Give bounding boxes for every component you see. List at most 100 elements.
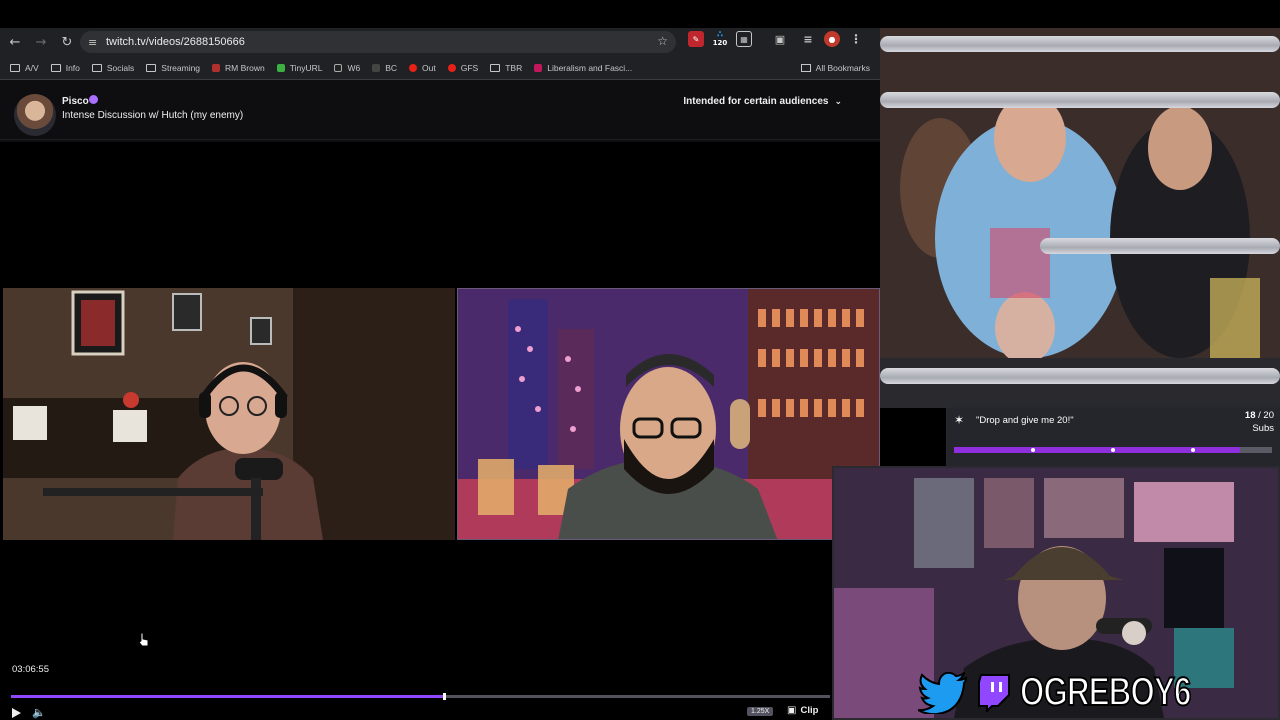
goal-milestone-dot [1111,448,1115,452]
ring-rope [880,92,1280,108]
bookmark-liberalism[interactable]: Liberalism and Fasci... [534,63,632,73]
seek-bar[interactable] [11,693,830,700]
play-icon[interactable] [12,708,21,718]
goal-milestone-dot [1031,448,1035,452]
video-player[interactable]: 03:06:55 🔈 1.25X ▣ Clip [0,142,880,719]
bookmark-av[interactable]: A/V [10,63,39,73]
goal-unit: Subs [1252,423,1274,434]
browser-menu-icon[interactable]: ⋮ [848,31,864,47]
goal-progress-fill [954,447,1241,453]
cast-icon[interactable]: ▣ [772,31,788,47]
bookmark-label: Streaming [161,62,201,73]
folder-icon [146,63,157,72]
bookmark-out[interactable]: Out [409,63,436,73]
webcam-right-scene [458,289,879,539]
twitter-bird-icon [918,671,968,714]
pen-extension-icon[interactable]: ✎ [688,31,704,47]
site-favicon-icon [534,63,543,72]
bookmark-socials[interactable]: Socials [91,62,135,73]
twitch-page: Pisco Intense Discussion w/ Hutch (my en… [0,80,880,719]
bookmark-info[interactable]: Info [50,62,80,73]
extensions-bar: ✎ ∴ 120 ▦ ▣ ≡ ● ⋮ [688,30,864,47]
bookmark-label: Liberalism and Fasci... [547,62,633,73]
bookmark-w6[interactable]: W6 [334,63,360,73]
goal-progress-bar [954,447,1272,453]
bookmarks-bar: A/V Info Socials Streaming RM Brown Tiny… [0,56,880,80]
timecode: 03:06:55 [12,664,49,675]
player-controls: 03:06:55 🔈 1.25X ▣ Clip [0,658,830,720]
goal-current: 18 [1244,410,1256,421]
address-bar[interactable]: ≡ twitch.tv/videos/2688150666 ☆ [80,31,676,53]
site-favicon-icon [212,63,221,72]
clip-button[interactable]: ▣ Clip [787,705,818,716]
goal-count: 18 / 20 Subs [1245,409,1274,435]
volume-icon[interactable]: 🔈 [32,706,46,719]
youtube-icon [447,63,456,72]
bookmark-label: TinyURL [289,62,323,73]
verified-badge-icon [89,95,98,104]
reading-list-icon[interactable]: ≡ [800,31,816,47]
goal-text: "Drop and give me 20!" [976,415,1074,426]
folder-icon [91,63,102,72]
hand-cursor-shape [138,632,149,647]
clip-label: Clip [800,705,819,716]
chevron-down-icon: ⌄ [834,96,842,107]
ring-rope [1040,238,1280,254]
all-bookmarks-label: All Bookmarks [815,63,870,73]
address-url: twitch.tv/videos/2688150666 [106,36,245,48]
counter-extension-icon[interactable]: ∴ 120 [712,30,728,47]
goal-total: / 20 [1258,410,1274,421]
bookmark-streaming[interactable]: Streaming [146,63,200,73]
site-favicon-icon [334,63,343,72]
twitch-logo-icon [978,673,1010,712]
star-icon: ✶ [954,413,965,427]
site-favicon-icon [372,63,381,72]
folder-icon [800,64,811,72]
crowd-shapes [880,28,1280,408]
ring-rope [880,368,1280,384]
seek-bar-fill [11,695,445,698]
youtube-icon [409,63,418,72]
goal-milestone-dot [1191,448,1195,452]
folder-icon [50,63,61,72]
channel-name[interactable]: Pisco [62,96,89,107]
reload-icon[interactable]: ↻ [56,31,78,53]
all-bookmarks[interactable]: All Bookmarks [800,63,870,73]
bookmark-label: RM Brown [225,62,265,73]
bookmark-gfs[interactable]: GFS [447,63,478,73]
bookmark-tbr[interactable]: TBR [490,63,522,73]
seek-bar-handle[interactable] [443,693,447,700]
folder-icon [10,63,20,72]
forward-arrow-icon[interactable]: → [30,31,52,53]
sub-goal-widget: ✶ "Drop and give me 20!" 18 / 20 Subs [946,402,1280,467]
webcam-left [3,288,455,540]
screen: ← → ↻ ≡ twitch.tv/videos/2688150666 ☆ ✎ … [0,0,1280,720]
bookmark-label: W6 [347,62,361,73]
bookmark-label: TBR [505,62,523,73]
bookmark-tinyurl[interactable]: TinyURL [276,62,323,73]
folder-icon [490,63,501,72]
streamer-name: OGREBOY6 [1019,669,1192,715]
playback-speed-badge[interactable]: 1.25X [747,707,774,716]
bookmark-label: BC [385,62,398,73]
browser-toolbar: ← → ↻ ≡ twitch.tv/videos/2688150666 ☆ ✎ … [0,28,880,56]
profile-avatar-icon[interactable]: ● [824,31,840,47]
bookmark-rm-brown[interactable]: RM Brown [212,63,265,73]
site-info-icon[interactable]: ≡ [88,36,102,49]
bookmark-star-icon[interactable]: ☆ [657,34,668,48]
streamer-branding: OGREBOY6 [918,669,1239,715]
ring-rope [880,36,1280,52]
back-arrow-icon[interactable]: ← [4,31,26,53]
audience-dropdown[interactable]: Intended for certain audiences ⌄ [683,96,842,107]
webcam-left-scene [3,288,455,540]
site-favicon-icon [276,63,285,72]
bookmark-label: Info [65,62,80,73]
puzzle-extensions-icon[interactable]: ▦ [736,31,752,47]
bookmark-label: A/V [25,62,39,73]
channel-avatar[interactable] [14,94,56,136]
bookmark-bc[interactable]: BC [372,63,397,73]
extension-badge: 120 [712,38,728,47]
bookmark-label: Socials [106,62,135,73]
mouse-cursor-icon [138,632,150,653]
browser-window: ← → ↻ ≡ twitch.tv/videos/2688150666 ☆ ✎ … [0,28,880,719]
